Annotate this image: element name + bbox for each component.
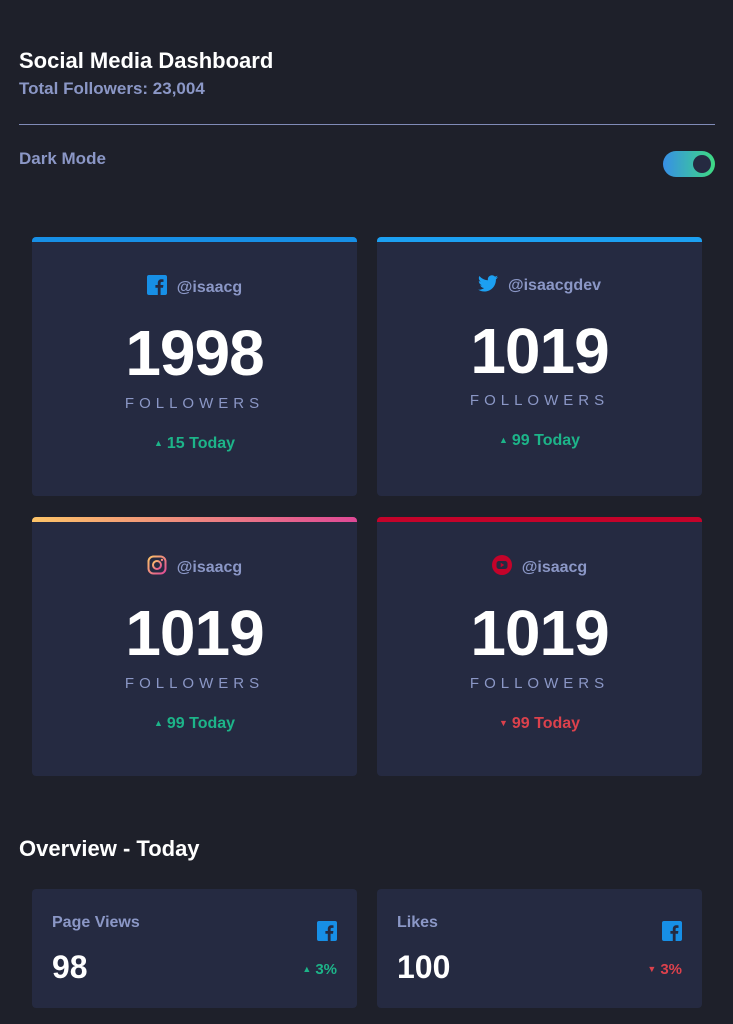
daily-change-text: 15 Today <box>166 435 236 452</box>
follower-count: 1019 <box>125 597 264 669</box>
follower-card-youtube[interactable]: @isaacg 1019 FOLLOWERS ▼ 99 Today <box>377 517 702 776</box>
card-handle: @isaacg <box>521 558 588 576</box>
overview-value: 100 <box>397 949 451 985</box>
follower-card-facebook[interactable]: @isaacg 1998 FOLLOWERS ▲ 15 Today <box>32 237 357 496</box>
overview-change: ▲ 3% <box>302 961 337 978</box>
daily-change-text: 99 Today <box>166 715 236 732</box>
card-accent-bar <box>377 517 702 522</box>
header-divider <box>19 124 715 125</box>
overview-label: Page Views <box>52 914 140 931</box>
dark-mode-row: Dark Mode <box>19 148 715 178</box>
up-arrow-icon: ▲ <box>153 438 163 448</box>
card-handle: @isaacg <box>176 278 243 296</box>
overview-change: ▼ 3% <box>647 961 682 978</box>
card-handle: @isaacg <box>176 558 243 576</box>
up-arrow-icon: ▲ <box>302 964 312 974</box>
up-arrow-icon: ▲ <box>153 718 163 728</box>
overview-card-page-views[interactable]: Page Views 98 ▲ 3% <box>32 889 357 1008</box>
overview-change-text: 3% <box>315 961 337 978</box>
daily-change-text: 99 Today <box>511 432 581 449</box>
facebook-icon <box>146 275 167 300</box>
instagram-icon <box>147 555 167 580</box>
follower-count: 1019 <box>470 597 609 669</box>
total-followers: Total Followers: 23,004 <box>19 79 205 98</box>
toggle-knob <box>693 155 711 173</box>
followers-label: FOLLOWERS <box>469 675 610 692</box>
dark-mode-toggle[interactable] <box>663 151 715 177</box>
overview-title: Overview - Today <box>19 836 200 861</box>
facebook-icon <box>317 921 337 946</box>
card-handle: @isaacgdev <box>508 277 601 294</box>
youtube-icon <box>491 555 512 580</box>
follower-count: 1019 <box>470 315 609 387</box>
down-arrow-icon: ▼ <box>498 718 508 728</box>
daily-change-text: 99 Today <box>511 715 581 732</box>
overview-card-likes[interactable]: Likes 100 ▼ 3% <box>377 889 702 1008</box>
down-arrow-icon: ▼ <box>647 964 657 974</box>
card-accent-bar <box>32 237 357 242</box>
follower-card-instagram[interactable]: @isaacg 1019 FOLLOWERS ▲ 99 Today <box>32 517 357 776</box>
card-accent-bar <box>32 517 357 522</box>
follower-card-twitter[interactable]: @isaacgdev 1019 FOLLOWERS ▲ 99 Today <box>377 237 702 496</box>
card-accent-bar <box>377 237 702 242</box>
daily-change: ▼ 99 Today <box>377 715 702 733</box>
followers-label: FOLLOWERS <box>469 392 610 409</box>
follower-count: 1998 <box>125 317 264 389</box>
overview-change-text: 3% <box>660 961 682 978</box>
page-title: Social Media Dashboard <box>19 48 274 73</box>
facebook-icon <box>662 921 682 946</box>
twitter-icon <box>478 275 498 297</box>
daily-change: ▲ 99 Today <box>32 715 357 733</box>
followers-label: FOLLOWERS <box>124 675 265 692</box>
up-arrow-icon: ▲ <box>498 435 508 445</box>
followers-label: FOLLOWERS <box>124 395 265 412</box>
overview-value: 98 <box>52 949 88 985</box>
daily-change: ▲ 99 Today <box>377 432 702 450</box>
daily-change: ▲ 15 Today <box>32 435 357 453</box>
dark-mode-label: Dark Mode <box>19 149 106 168</box>
overview-label: Likes <box>397 914 438 931</box>
dashboard-header: Social Media Dashboard Total Followers: … <box>19 46 715 100</box>
